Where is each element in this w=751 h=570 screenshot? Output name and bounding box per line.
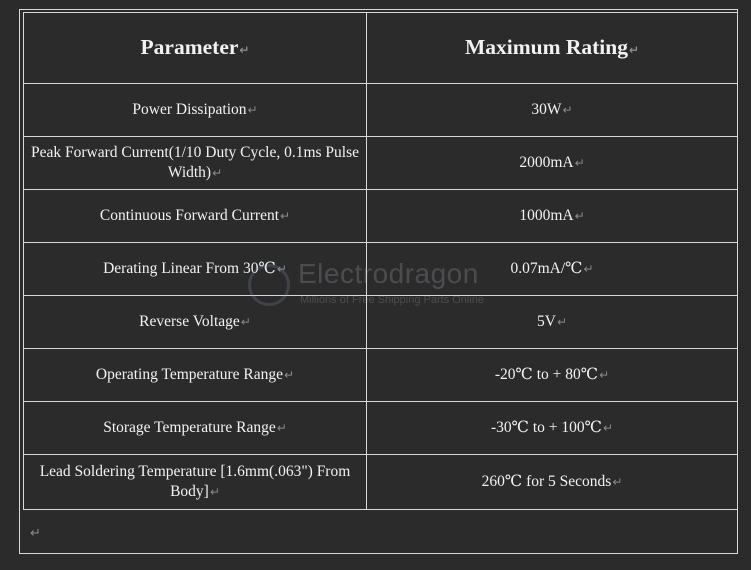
rating-cell: 0.07mA/℃↵ [366, 242, 738, 296]
rating-cell: 30W↵ [366, 83, 738, 137]
table-row: Reverse Voltage↵ 5V↵ [23, 295, 738, 349]
max-ratings-table: Parameter↵ Maximum Rating↵ Power Dissipa… [23, 12, 738, 510]
rating-cell: 2000mA↵ [366, 136, 738, 190]
parameter-cell: Reverse Voltage↵ [23, 295, 367, 349]
rating-cell: -20℃ to + 80℃↵ [366, 348, 738, 402]
parameter-cell: Storage Temperature Range↵ [23, 401, 367, 455]
table-row: Peak Forward Current(1/10 Duty Cycle, 0.… [23, 136, 738, 190]
table-row: Lead Soldering Temperature [1.6mm(.063")… [23, 454, 738, 510]
rating-cell: 260℃ for 5 Seconds↵ [366, 454, 738, 510]
parameter-cell: Continuous Forward Current↵ [23, 189, 367, 243]
header-maximum-rating: Maximum Rating↵ [366, 12, 738, 84]
paragraph-mark: ↵ [30, 526, 41, 541]
rating-cell: 5V↵ [366, 295, 738, 349]
parameter-cell: Derating Linear From 30℃↵ [23, 242, 367, 296]
rating-cell: -30℃ to + 100℃↵ [366, 401, 738, 455]
parameter-cell: Peak Forward Current(1/10 Duty Cycle, 0.… [23, 136, 367, 190]
table-row: Operating Temperature Range↵ -20℃ to + 8… [23, 348, 738, 402]
table-header-row: Parameter↵ Maximum Rating↵ [23, 12, 738, 84]
rating-cell: 1000mA↵ [366, 189, 738, 243]
table-row: Derating Linear From 30℃↵ 0.07mA/℃↵ [23, 242, 738, 296]
parameter-cell: Lead Soldering Temperature [1.6mm(.063")… [23, 454, 367, 510]
parameter-cell: Power Dissipation↵ [23, 83, 367, 137]
table-row: Storage Temperature Range↵ -30℃ to + 100… [23, 401, 738, 455]
table-row: Continuous Forward Current↵ 1000mA↵ [23, 189, 738, 243]
parameter-cell: Operating Temperature Range↵ [23, 348, 367, 402]
table-row: Power Dissipation↵ 30W↵ [23, 83, 738, 137]
header-parameter: Parameter↵ [23, 12, 367, 84]
